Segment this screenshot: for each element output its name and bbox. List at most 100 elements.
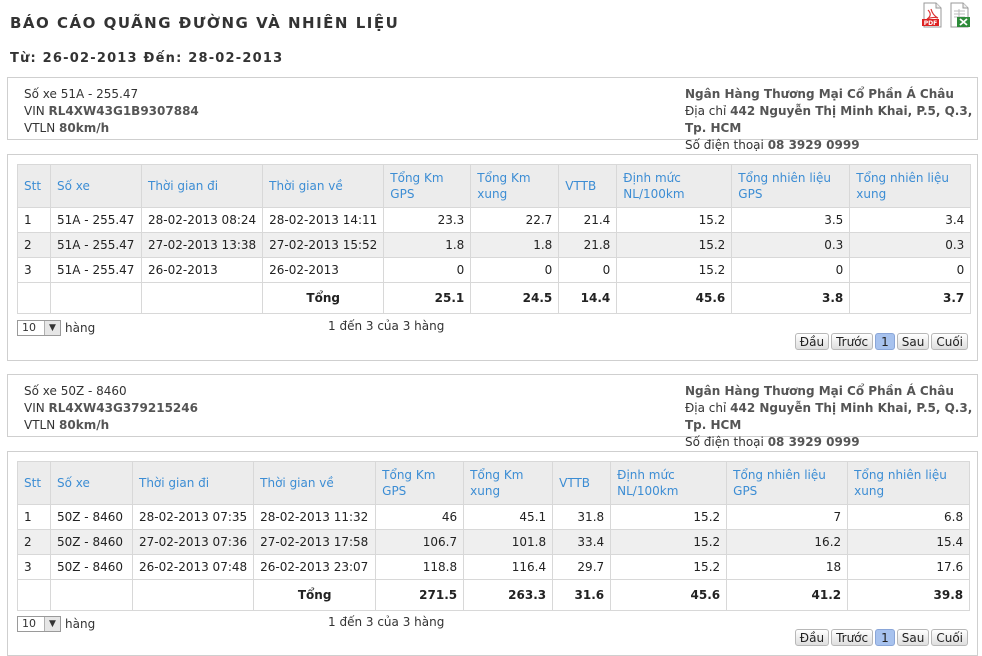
prev-page-button[interactable]: Trước	[831, 629, 874, 646]
prev-page-button[interactable]: Trước	[831, 333, 874, 350]
cell-km-pulse: 101.8	[463, 529, 554, 555]
vehicle-info-box: Số xe 50Z - 8460 VIN RL4XW43G379215246 V…	[7, 374, 978, 449]
vin-value: RL4XW43G379215246	[48, 401, 198, 415]
total-fuel-norm: 45.6	[610, 579, 728, 611]
col-plate[interactable]: Số xe	[50, 461, 133, 505]
col-km-gps[interactable]: Tổng Km GPS	[383, 164, 472, 208]
vtln-value: 80km/h	[59, 418, 110, 432]
cell-return-time: 27-02-2013 17:58	[253, 529, 377, 555]
chevron-down-icon: ▼	[44, 617, 60, 631]
col-km-pulse[interactable]: Tổng Km xung	[463, 461, 554, 505]
trip-table-box: Stt Số xe Thời gian đi Thời gian về Tổng…	[7, 451, 978, 656]
trip-table-box: Stt Số xe Thời gian đi Thời gian về Tổng…	[7, 154, 978, 361]
table-row[interactable]: 3 50Z - 8460 26-02-2013 07:48 26-02-2013…	[17, 554, 971, 580]
total-km-gps: 271.5	[375, 579, 465, 611]
cell-km-pulse: 116.4	[463, 554, 554, 580]
col-return-time[interactable]: Thời gian về	[262, 164, 385, 208]
col-fuel-pulse[interactable]: Tổng nhiên liệu xung	[849, 164, 972, 208]
col-fuel-gps[interactable]: Tổng nhiên liệu GPS	[731, 164, 851, 208]
cell-avg-speed: 21.4	[558, 207, 618, 233]
col-stt[interactable]: Stt	[17, 164, 51, 208]
total-row: Tổng 25.1 24.5 14.4 45.6 3.8 3.7	[17, 282, 972, 314]
col-plate[interactable]: Số xe	[50, 164, 142, 208]
pagination: Đầu Trước 1 Sau Cuối	[793, 333, 968, 350]
page-size-select[interactable]: 10 ▼	[17, 616, 61, 632]
rows-label: hàng	[65, 321, 96, 335]
table-row[interactable]: 1 50Z - 8460 28-02-2013 07:35 28-02-2013…	[17, 504, 971, 530]
table-row[interactable]: 1 51A - 255.47 28-02-2013 08:24 28-02-20…	[17, 207, 972, 233]
cell-km-pulse: 45.1	[463, 504, 554, 530]
total-km-gps: 25.1	[383, 282, 472, 314]
total-fuel-pulse: 39.8	[847, 579, 971, 611]
cell-stt: 2	[17, 232, 51, 258]
svg-text:PDF: PDF	[924, 20, 937, 27]
next-page-button[interactable]: Sau	[896, 333, 930, 350]
phone-value: 08 3929 0999	[767, 435, 860, 449]
cell-stt: 3	[17, 554, 51, 580]
vehicle-details: Số xe 51A - 255.47 VIN RL4XW43G1B9307884…	[24, 86, 199, 137]
cell-km-gps: 0	[383, 257, 472, 283]
col-fuel-gps[interactable]: Tổng nhiên liệu GPS	[726, 461, 849, 505]
col-fuel-norm[interactable]: Định mức NL/100km	[610, 461, 728, 505]
cell-fuel-gps: 0	[731, 257, 851, 283]
col-km-pulse[interactable]: Tổng Km xung	[470, 164, 560, 208]
vtln-value: 80km/h	[59, 121, 110, 135]
col-stt[interactable]: Stt	[17, 461, 51, 505]
cell-km-gps: 46	[375, 504, 465, 530]
row-count-info: 1 đến 3 của 3 hàng	[328, 319, 445, 333]
cell-depart-time: 26-02-2013	[140, 257, 264, 283]
page-1-button[interactable]: 1	[875, 333, 895, 350]
cell-avg-speed: 0	[558, 257, 618, 283]
cell-return-time: 28-02-2013 14:11	[262, 207, 385, 233]
total-row: Tổng 271.5 263.3 31.6 45.6 41.2 39.8	[17, 579, 971, 611]
excel-icon[interactable]	[947, 2, 973, 28]
cell-return-time: 28-02-2013 11:32	[253, 504, 377, 530]
cell-return-time: 27-02-2013 15:52	[262, 232, 385, 258]
total-fuel-gps: 41.2	[726, 579, 849, 611]
cell-stt: 1	[17, 504, 51, 530]
plate-line: Số xe 51A - 255.47	[24, 87, 139, 101]
last-page-button[interactable]: Cuối	[931, 333, 968, 350]
col-km-gps[interactable]: Tổng Km GPS	[375, 461, 465, 505]
cell-fuel-norm: 15.2	[610, 529, 728, 555]
cell-plate: 50Z - 8460	[50, 529, 133, 555]
cell-fuel-norm: 15.2	[616, 207, 733, 233]
cell-fuel-gps: 18	[726, 554, 849, 580]
cell-stt: 1	[17, 207, 51, 233]
table-row[interactable]: 3 51A - 255.47 26-02-2013 26-02-2013 0 0…	[17, 257, 972, 283]
col-depart-time[interactable]: Thời gian đi	[131, 461, 255, 505]
cell-km-pulse: 0	[470, 257, 560, 283]
company-name: Ngân Hàng Thương Mại Cổ Phần Á Châu	[685, 87, 954, 101]
cell-stt: 3	[17, 257, 51, 283]
cell-fuel-norm: 15.2	[610, 504, 728, 530]
next-page-button[interactable]: Sau	[896, 629, 930, 646]
total-avg-speed: 14.4	[558, 282, 618, 314]
col-avg-speed[interactable]: VTTB	[558, 164, 618, 208]
cell-fuel-norm: 15.2	[610, 554, 728, 580]
page-1-button[interactable]: 1	[875, 629, 895, 646]
pdf-icon[interactable]: PDF	[919, 2, 945, 28]
cell-km-gps: 106.7	[375, 529, 465, 555]
col-avg-speed[interactable]: VTTB	[552, 461, 612, 505]
col-depart-time[interactable]: Thời gian đi	[140, 164, 264, 208]
first-page-button[interactable]: Đầu	[794, 333, 830, 350]
cell-km-pulse: 1.8	[470, 232, 560, 258]
col-fuel-norm[interactable]: Định mức NL/100km	[616, 164, 733, 208]
total-fuel-gps: 3.8	[731, 282, 851, 314]
trip-table: Stt Số xe Thời gian đi Thời gian về Tổng…	[17, 164, 972, 314]
company-details: Ngân Hàng Thương Mại Cổ Phần Á Châu Địa …	[685, 86, 977, 154]
table-row[interactable]: 2 51A - 255.47 27-02-2013 13:38 27-02-20…	[17, 232, 972, 258]
company-name: Ngân Hàng Thương Mại Cổ Phần Á Châu	[685, 384, 954, 398]
first-page-button[interactable]: Đầu	[794, 629, 830, 646]
col-return-time[interactable]: Thời gian về	[253, 461, 377, 505]
cell-return-time: 26-02-2013 23:07	[253, 554, 377, 580]
cell-avg-speed: 21.8	[558, 232, 618, 258]
page-size-select[interactable]: 10 ▼	[17, 320, 61, 336]
last-page-button[interactable]: Cuối	[931, 629, 968, 646]
chevron-down-icon: ▼	[44, 321, 60, 335]
col-fuel-pulse[interactable]: Tổng nhiên liệu xung	[847, 461, 971, 505]
cell-km-gps: 1.8	[383, 232, 472, 258]
table-row[interactable]: 2 50Z - 8460 27-02-2013 07:36 27-02-2013…	[17, 529, 971, 555]
cell-fuel-gps: 3.5	[731, 207, 851, 233]
total-label: Tổng	[262, 282, 385, 314]
